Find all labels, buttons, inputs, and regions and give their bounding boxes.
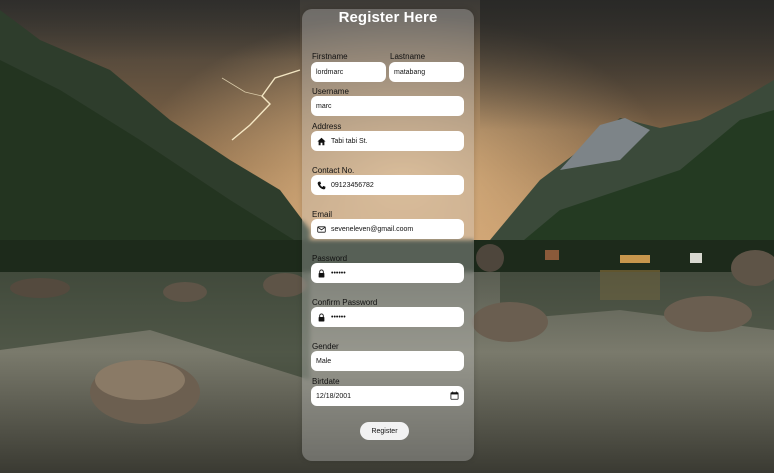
email-label: Email — [312, 210, 333, 219]
address-label: Address — [312, 122, 342, 131]
lastname-value: matabang — [394, 68, 426, 76]
firstname-label: Firstname — [312, 52, 348, 61]
username-label: Username — [312, 87, 349, 96]
email-value: seveneleven@gmail.coom — [331, 225, 414, 233]
birthdate-input[interactable]: 12/18/2001 — [311, 386, 464, 406]
contact-value: 09123456782 — [331, 181, 374, 189]
firstname-input[interactable]: lordmarc — [311, 62, 386, 82]
calendar-icon[interactable] — [450, 391, 459, 400]
birthdate-label: Birtdate — [312, 377, 340, 386]
gender-label: Gender — [312, 342, 339, 351]
lastname-label: Lastname — [390, 52, 426, 61]
username-input[interactable]: marc — [311, 96, 464, 116]
firstname-value: lordmarc — [316, 68, 344, 76]
password-input[interactable]: •••••• — [311, 263, 464, 283]
gender-input[interactable]: Male — [311, 351, 464, 371]
confirm-password-label: Confirm Password — [312, 298, 378, 307]
confirm-password-input[interactable]: •••••• — [311, 307, 464, 327]
phone-icon — [316, 180, 326, 190]
email-input[interactable]: seveneleven@gmail.coom — [311, 219, 464, 239]
lock-icon — [316, 312, 326, 322]
gender-value: Male — [316, 357, 332, 365]
birthdate-value: 12/18/2001 — [316, 392, 352, 400]
confirm-password-value: •••••• — [331, 313, 346, 321]
contact-label: Contact No. — [312, 166, 355, 175]
contact-input[interactable]: 09123456782 — [311, 175, 464, 195]
password-value: •••••• — [331, 269, 346, 277]
form-title: Register Here — [338, 9, 438, 26]
lock-icon — [316, 268, 326, 278]
envelope-icon — [316, 224, 326, 234]
address-value: Tabi tabi St. — [331, 137, 368, 145]
address-input[interactable]: Tabi tabi St. — [311, 131, 464, 151]
register-button[interactable]: Register — [360, 422, 409, 440]
password-label: Password — [312, 254, 348, 263]
username-value: marc — [316, 102, 332, 110]
lastname-input[interactable]: matabang — [389, 62, 464, 82]
home-icon — [316, 136, 326, 146]
